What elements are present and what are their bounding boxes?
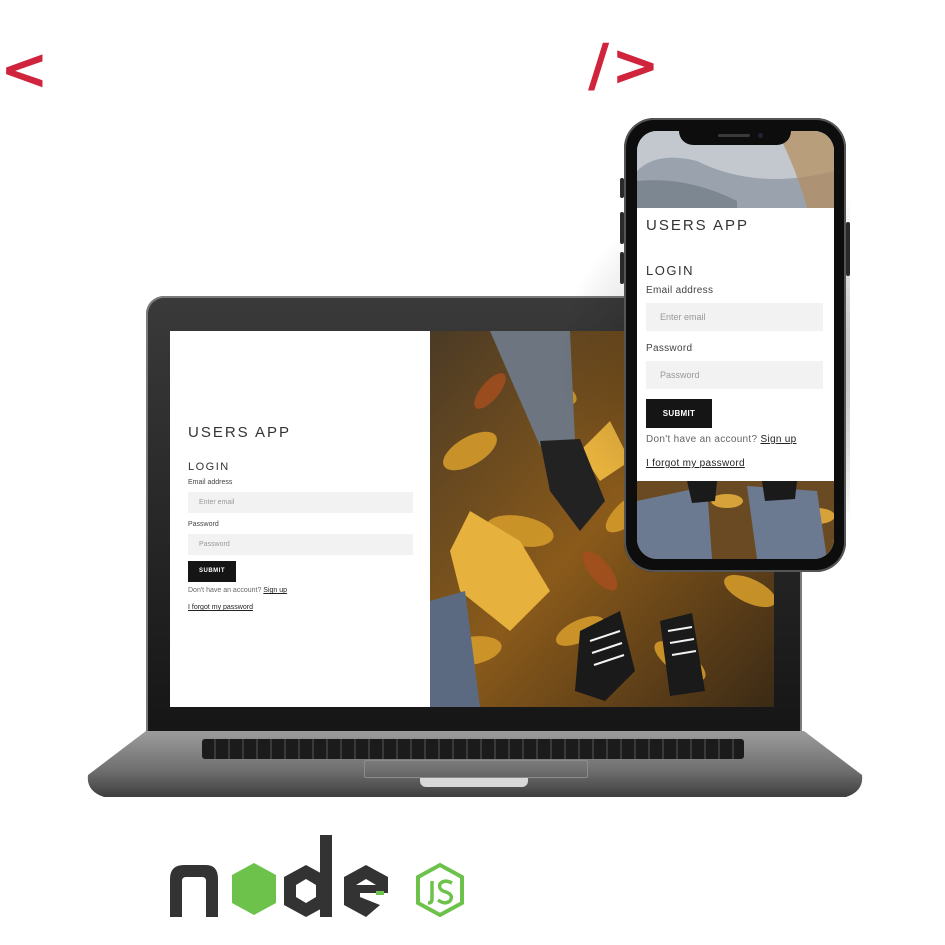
code-close-bracket: /> — [588, 31, 662, 99]
phone-submit-button[interactable]: SUBMIT — [646, 399, 712, 428]
sneakers-photo — [637, 481, 834, 559]
laptop-forgot-password-link[interactable]: I forgot my password — [188, 604, 253, 611]
laptop-email-label: Email address — [188, 479, 233, 486]
laptop-submit-button[interactable]: SUBMIT — [188, 561, 236, 582]
phone-camera — [758, 133, 763, 138]
phone-forgot-password-link[interactable]: I forgot my password — [646, 458, 745, 469]
laptop-login-heading: LOGIN — [188, 461, 230, 473]
phone-signup-prompt: Don't have an account? — [646, 434, 758, 445]
phone-signup-row: Don't have an account? Sign up — [646, 434, 797, 445]
node-js-logo — [170, 835, 464, 918]
laptop-hinge — [420, 778, 528, 787]
laptop-keyboard — [202, 739, 744, 759]
phone-password-label: Password — [646, 343, 693, 354]
phone-email-label: Email address — [646, 285, 714, 296]
phone-power-button — [846, 222, 850, 276]
laptop-signup-prompt: Don't have an account? — [188, 587, 262, 594]
laptop-signup-row: Don't have an account? Sign up — [188, 587, 287, 594]
phone-password-input[interactable]: Password — [646, 361, 823, 389]
laptop-password-label: Password — [188, 521, 219, 528]
laptop-app-title: USERS APP — [188, 424, 292, 441]
phone-speaker — [718, 134, 750, 137]
phone-signup-link[interactable]: Sign up — [760, 434, 796, 445]
phone-login-heading: LOGIN — [646, 263, 694, 278]
laptop-signup-link[interactable]: Sign up — [263, 587, 287, 594]
code-open-bracket: < — [0, 35, 49, 103]
phone-app-title: USERS APP — [646, 217, 750, 234]
laptop-password-input[interactable]: Password — [188, 534, 413, 555]
laptop-email-input[interactable]: Enter email — [188, 492, 413, 513]
phone-email-input[interactable]: Enter email — [646, 303, 823, 331]
laptop-trackpad — [364, 760, 588, 778]
